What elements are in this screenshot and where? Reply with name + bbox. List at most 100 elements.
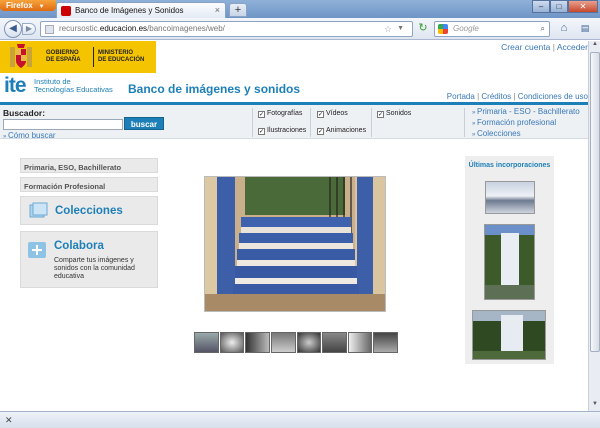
ministerio-text: MINISTERIO DE EDUCACIÓN [98, 50, 145, 63]
divider [252, 108, 253, 137]
menu-primaria-label: Primaria, ESO, Bachillerato [24, 163, 122, 172]
link-colecciones[interactable]: Colecciones [472, 129, 580, 140]
checkbox-check-icon[interactable]: ✓ [317, 111, 324, 118]
plus-icon [28, 242, 46, 258]
page-title: Banco de imágenes y sonidos [128, 82, 301, 96]
checkbox-label: Ilustraciones [267, 127, 307, 134]
ite-logo[interactable]: ite [4, 74, 26, 98]
thumbnail[interactable] [245, 332, 270, 353]
scrollbar-thumb[interactable] [590, 52, 600, 352]
tab-title: Banco de Imágenes y Sonidos [75, 6, 184, 15]
scroll-up-icon[interactable]: ▲ [590, 41, 600, 51]
checkbox-check-icon[interactable]: ✓ [317, 128, 324, 135]
link-formacion[interactable]: Formación profesional [472, 118, 580, 129]
condiciones-link[interactable]: Condiciones de uso [518, 92, 588, 101]
menu-primaria[interactable]: Primaria, ESO, Bachillerato [20, 158, 158, 173]
checkbox-ilustraciones[interactable]: ✓ Ilustraciones [258, 127, 306, 135]
reload-icon[interactable]: ↻ [415, 21, 431, 37]
photos-icon [29, 202, 48, 218]
thumbnail[interactable] [373, 332, 398, 353]
browser-search-box[interactable]: Google ⌕ [434, 21, 550, 37]
thumbnail[interactable] [347, 332, 373, 353]
forward-button[interactable]: ▶ [22, 23, 36, 35]
latest-thumbnail[interactable] [472, 310, 546, 360]
menu-fp[interactable]: Formación Profesional [20, 177, 158, 192]
url-path: /bancoimagenes/web/ [147, 24, 225, 33]
back-button[interactable]: ◀ [4, 20, 22, 38]
status-bar: ✕ [0, 411, 600, 428]
site-identity-icon[interactable] [45, 25, 54, 34]
home-icon[interactable]: ⌂ [556, 21, 572, 37]
new-tab-button[interactable]: + [229, 3, 247, 17]
level-links: Primaria - ESO - Bachillerato Formación … [472, 107, 580, 140]
tab-close-icon[interactable]: × [215, 3, 220, 18]
search-placeholder: Google [453, 24, 479, 33]
ultimas-incorporaciones: Últimas incorporaciones [465, 156, 554, 364]
divider [371, 108, 372, 137]
checkbox-label: Vídeos [326, 110, 348, 117]
checkbox-animaciones[interactable]: ✓ Animaciones [317, 127, 366, 135]
colabora-description: Comparte tus imágenes y sonidos con la c… [54, 257, 135, 280]
colabora-label: Colabora [54, 240, 104, 252]
latest-thumbnail[interactable] [484, 224, 535, 300]
como-buscar-link[interactable]: » Cómo buscar [3, 131, 56, 140]
thumbnail[interactable] [322, 332, 347, 353]
minimize-button[interactable]: – [532, 0, 550, 13]
browser-tab-bar: Firefox ▼ Banco de Imágenes y Sonidos × +… [0, 0, 600, 18]
scroll-down-icon[interactable]: ▼ [590, 401, 600, 411]
url-domain: educacion.es [99, 24, 148, 33]
como-buscar-label[interactable]: Cómo buscar [8, 131, 56, 140]
google-icon[interactable] [438, 24, 448, 34]
bookmark-star-icon[interactable]: ☆ [384, 22, 392, 36]
thumbnail[interactable] [219, 332, 245, 353]
staircase-photo [205, 177, 385, 311]
checkbox-check-icon[interactable]: ✓ [258, 128, 265, 135]
waterfall-photo [485, 225, 534, 299]
browser-tab[interactable]: Banco de Imágenes y Sonidos × [56, 2, 226, 18]
checkbox-fotografias[interactable]: ✓ Fotografías [258, 110, 302, 118]
colabora-button[interactable]: Colabora Comparte tus imágenes y sonidos… [20, 231, 158, 288]
checkbox-check-icon[interactable]: ✓ [377, 111, 384, 118]
toolbar-menu-icon[interactable]: ▤ [576, 21, 594, 37]
vertical-scrollbar[interactable]: ▲ ▼ [588, 41, 600, 411]
search-icon[interactable]: ⌕ [541, 22, 545, 36]
checkbox-label: Fotografías [267, 110, 303, 117]
ultimas-title: Últimas incorporaciones [468, 162, 551, 169]
maximize-button[interactable]: □ [550, 0, 568, 13]
acceder-link[interactable]: Acceder [557, 42, 588, 52]
checkbox-sonidos[interactable]: ✓ Sonidos [377, 110, 411, 118]
link-separator: | [552, 42, 555, 52]
latest-thumbnail[interactable] [485, 181, 535, 214]
waterfall-photo [473, 311, 545, 359]
ite-name: Instituto de Tecnologías Educativas [34, 77, 113, 94]
window-controls: – □ ✕ [532, 0, 598, 13]
crear-cuenta-link[interactable]: Crear cuenta [501, 42, 550, 52]
coat-of-arms-icon [10, 44, 32, 68]
menu-fp-label: Formación Profesional [24, 182, 106, 191]
creditos-link[interactable]: Créditos [481, 92, 511, 101]
window-close-button[interactable]: ✕ [568, 0, 598, 13]
gobierno-logo[interactable]: GOBIERNO DE ESPAÑA MINISTERIO DE EDUCACIÓN [0, 41, 156, 73]
url-bar[interactable]: recursostic.educacion.es/bancoimagenes/w… [40, 21, 413, 37]
featured-image[interactable] [204, 176, 386, 312]
chevron-down-icon: ▼ [38, 4, 45, 10]
buscar-button[interactable]: buscar [124, 117, 164, 130]
checkbox-check-icon[interactable]: ✓ [258, 111, 265, 118]
status-close-icon[interactable]: ✕ [5, 415, 13, 425]
colecciones-button[interactable]: Colecciones [20, 196, 158, 225]
url-dropdown-icon[interactable]: ▼ [397, 22, 404, 36]
buscador-label: Buscador: [3, 108, 46, 118]
url-prefix: recursostic. [59, 24, 100, 33]
thumbnail[interactable] [194, 332, 219, 353]
firefox-menu-button[interactable]: Firefox ▼ [0, 0, 56, 11]
header-nav: Portada | Créditos | Condiciones de uso [447, 92, 588, 101]
thumbnail[interactable] [296, 332, 322, 353]
search-input[interactable] [3, 119, 123, 130]
portada-link[interactable]: Portada [447, 92, 475, 101]
link-separator: | [477, 92, 480, 101]
link-primaria[interactable]: Primaria - ESO - Bachillerato [472, 107, 580, 118]
checkbox-videos[interactable]: ✓ Vídeos [317, 110, 348, 118]
thumbnail[interactable] [270, 332, 296, 353]
account-links: Crear cuenta | Acceder [501, 42, 588, 52]
gobierno-text: GOBIERNO DE ESPAÑA [46, 50, 81, 63]
